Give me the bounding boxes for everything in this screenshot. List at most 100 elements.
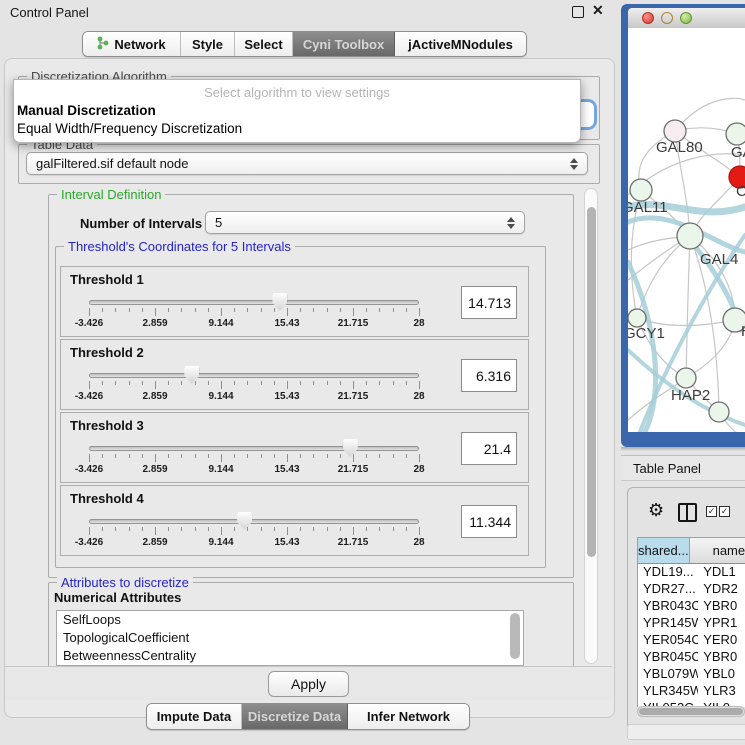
table-data-combobox[interactable]: galFiltered.sif default node [26, 152, 588, 175]
column-header-shared-name[interactable]: shared... [638, 538, 690, 563]
slider[interactable]: -3.4262.8599.14415.4321.71528 [89, 413, 419, 482]
split-columns-icon[interactable] [678, 503, 697, 522]
thresholds-container: Threshold 1-3.4262.8599.14415.4321.71528… [60, 266, 531, 558]
tick-mark [393, 454, 394, 458]
list-scrollbar[interactable] [510, 613, 520, 659]
threshold-value-field[interactable]: 21.4 [461, 432, 517, 465]
node-green[interactable] [726, 123, 745, 145]
tab-select[interactable]: Select [235, 32, 293, 56]
settings-scrollbar[interactable] [584, 188, 598, 664]
numerical-attributes-list[interactable]: SelfLoopsTopologicalCoefficientBetweenne… [56, 610, 524, 666]
list-item[interactable]: SelfLoops [57, 611, 523, 629]
node-label: C [736, 183, 745, 200]
checkbox-icon[interactable]: ✓ [706, 506, 717, 517]
scrollbar-thumb[interactable] [639, 708, 743, 715]
num-intervals-combobox[interactable]: 5 [205, 211, 525, 234]
table-horizontal-scrollbar[interactable] [637, 706, 745, 717]
list-item[interactable]: TopologicalCoefficient [57, 629, 523, 647]
minimize-traffic-light[interactable] [661, 12, 673, 24]
slider-track[interactable] [89, 300, 419, 305]
dropdown-item[interactable]: Equal Width/Frequency Discretization [14, 120, 580, 138]
slider-track[interactable] [89, 519, 419, 524]
close-icon[interactable]: ✕ [592, 2, 604, 19]
scrollbar-thumb[interactable] [587, 207, 596, 557]
node-green[interactable] [709, 402, 729, 422]
group-title: Interval Definition [57, 187, 165, 202]
dropdown-hint-item[interactable]: Select algorithm to view settings [14, 83, 580, 102]
slider-tick-labels: -3.4262.8599.14415.4321.71528 [89, 391, 419, 403]
tick-mark [195, 308, 196, 312]
tab-discretize-data[interactable]: Discretize Data [242, 704, 348, 729]
tick-label: 9.144 [208, 318, 233, 329]
tick-mark [313, 308, 314, 312]
column-header-name[interactable]: name [690, 538, 745, 563]
threshold-panel: Threshold 4-3.4262.8599.14415.4321.71528… [60, 485, 529, 556]
zoom-traffic-light[interactable] [680, 12, 692, 24]
checkbox-icon[interactable]: ✓ [719, 506, 730, 517]
tick-mark [115, 381, 116, 385]
threshold-value-field[interactable]: 11.344 [461, 505, 517, 538]
tick-mark [155, 454, 156, 462]
tab-jactivemnodules[interactable]: jActiveMNodules [395, 32, 526, 56]
node-green[interactable] [676, 368, 696, 388]
table-row[interactable]: YDL19...YDL1 [638, 564, 745, 581]
tick-label: 2.859 [142, 537, 167, 548]
threshold-value-field[interactable]: 14.713 [461, 286, 517, 319]
tab-network[interactable]: Network [83, 32, 181, 56]
table-row[interactable]: YDR27...YDR2 [638, 581, 745, 598]
tick-mark [168, 381, 169, 385]
table-panel-footer [627, 724, 745, 740]
tick-mark [208, 454, 209, 458]
tick-mark [195, 527, 196, 531]
tick-mark [181, 308, 182, 312]
threshold-panel: Threshold 2-3.4262.8599.14415.4321.71528… [60, 339, 529, 410]
slider[interactable]: -3.4262.8599.14415.4321.71528 [89, 486, 419, 555]
apply-button[interactable]: Apply [268, 671, 349, 697]
table-row[interactable]: YBR045CYBR0 [638, 649, 745, 666]
cell-name: YER0 [698, 632, 745, 649]
gear-icon[interactable]: ⚙ [648, 500, 664, 521]
table-row[interactable]: YLR345WYLR3 [638, 683, 745, 700]
slider[interactable]: -3.4262.8599.14415.4321.71528 [89, 340, 419, 409]
tick-mark [181, 381, 182, 385]
tick-mark [419, 527, 420, 535]
table-header-row: shared...name [638, 538, 745, 564]
node-attribute-table[interactable]: shared...nameYDL19...YDL1YDR27...YDR2YBR… [637, 537, 745, 707]
tab-style[interactable]: Style [181, 32, 235, 56]
slider-track[interactable] [89, 446, 419, 451]
slider[interactable]: -3.4262.8599.14415.4321.71528 [89, 267, 419, 336]
list-item[interactable]: BetweennessCentrality [57, 647, 523, 665]
table-row[interactable]: YBR043CYBR0 [638, 598, 745, 615]
table-row[interactable]: YBL079WYBL0 [638, 666, 745, 683]
network-graph[interactable]: GAL80GACGAL11GAL4GCY1HHAP2 [628, 28, 745, 432]
node-label: HAP2 [671, 387, 710, 404]
node-label: GCY1 [628, 325, 665, 342]
tick-mark [274, 308, 275, 312]
tick-mark [102, 527, 103, 531]
network-canvas[interactable]: GAL80GACGAL11GAL4GCY1HHAP2 [628, 28, 745, 432]
tick-mark [155, 308, 156, 316]
table-row[interactable]: YER054CYER0 [638, 632, 745, 649]
tab-impute-data[interactable]: Impute Data [147, 704, 242, 729]
slider-track[interactable] [89, 373, 419, 378]
close-traffic-light[interactable] [642, 12, 654, 24]
tick-mark [195, 381, 196, 385]
tab-cyni-toolbox[interactable]: Cyni Toolbox [293, 32, 395, 56]
node-green[interactable] [630, 179, 652, 201]
tick-mark [155, 381, 156, 389]
edge[interactable] [686, 236, 690, 378]
tick-mark [287, 454, 288, 462]
threshold-value-field[interactable]: 6.316 [461, 359, 517, 392]
tick-label: 28 [413, 318, 424, 329]
tick-mark [406, 454, 407, 458]
float-window-icon[interactable] [572, 6, 584, 18]
table-row[interactable]: YPR145WYPR1 [638, 615, 745, 632]
tick-mark [102, 381, 103, 385]
dropdown-item[interactable]: Manual Discretization [14, 102, 580, 120]
node-green[interactable] [677, 223, 703, 249]
tab-infer-network[interactable]: Infer Network [348, 704, 469, 729]
num-intervals-value: 5 [215, 215, 222, 230]
tick-label: -3.426 [75, 318, 103, 329]
table-panel-header: Table Panel [621, 455, 745, 481]
network-window-titlebar[interactable] [628, 8, 745, 29]
